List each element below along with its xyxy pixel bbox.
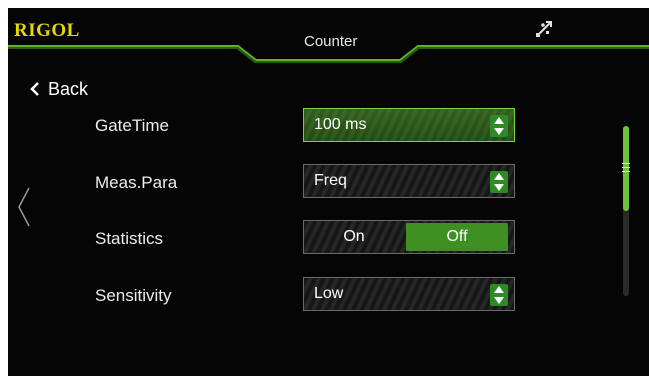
statistics-off-option[interactable]: Off: [406, 223, 508, 251]
top-bar: RIGOL Counter: [8, 8, 649, 66]
up-down-arrows-icon: [494, 173, 504, 191]
back-label: Back: [48, 78, 89, 99]
instrument-screen: RIGOL Counter Back GateTime 100 ms Meas.…: [8, 8, 649, 376]
scrollbar-grip-line: [622, 167, 630, 168]
meas-para-field[interactable]: Freq: [303, 164, 515, 198]
statistics-label: Statistics: [95, 229, 164, 248]
sensitivity-spinner[interactable]: [490, 284, 508, 306]
brand-logo: RIGOL: [14, 20, 80, 41]
gate-time-field[interactable]: 100 ms: [303, 108, 515, 142]
sensitivity-field[interactable]: Low: [303, 277, 515, 311]
meas-para-value: Freq: [314, 172, 347, 189]
statistics-on-option[interactable]: On: [304, 221, 404, 253]
meas-para-spinner[interactable]: [490, 171, 508, 193]
chevron-left-icon: [30, 82, 39, 96]
sensitivity-label: Sensitivity: [95, 286, 172, 305]
up-down-arrows-icon: [494, 286, 504, 304]
sensitivity-value: Low: [314, 285, 344, 302]
gate-time-spinner[interactable]: [490, 115, 508, 137]
previous-page-arrow-icon[interactable]: [16, 186, 32, 228]
meas-para-label: Meas.Para: [95, 173, 178, 192]
scrollbar-grip-line: [622, 163, 630, 164]
scrollbar-grip-line: [622, 171, 630, 172]
usb-icon: [536, 21, 552, 37]
scrollbar-thumb[interactable]: [623, 126, 629, 211]
back-button[interactable]: Back: [26, 79, 88, 99]
statistics-toggle[interactable]: On Off: [303, 220, 515, 254]
page-title: Counter: [304, 33, 358, 50]
gate-time-label: GateTime: [95, 116, 170, 135]
gate-time-value: 100 ms: [314, 116, 367, 133]
up-down-arrows-icon: [494, 117, 504, 135]
